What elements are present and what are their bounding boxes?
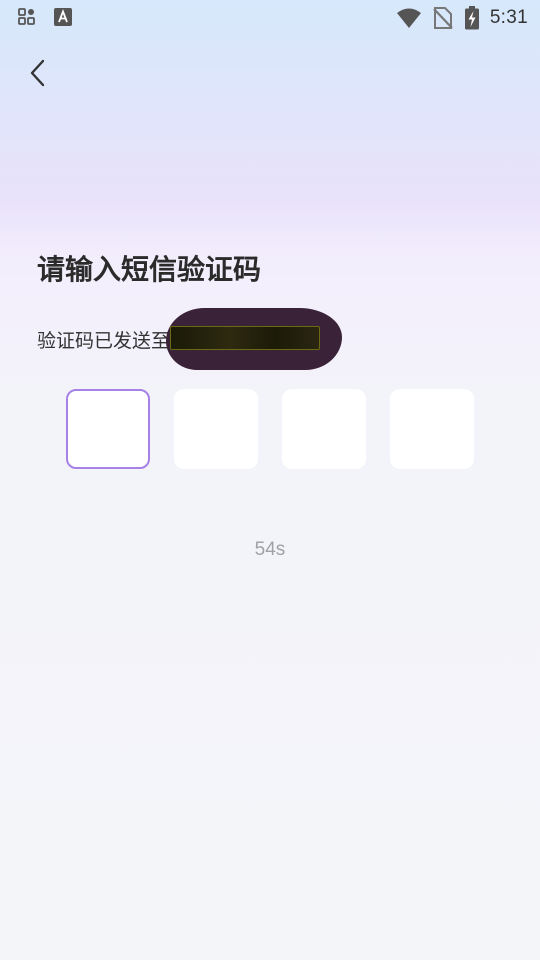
font-a-icon bbox=[54, 8, 72, 26]
code-digit-box-2[interactable] bbox=[174, 389, 258, 469]
code-digit-box-1[interactable] bbox=[66, 389, 150, 469]
status-bar-right: 5:31 bbox=[396, 6, 528, 30]
no-sim-icon bbox=[432, 6, 454, 30]
wifi-icon bbox=[396, 7, 422, 29]
resend-countdown: 54s bbox=[254, 539, 286, 560]
redaction-bar bbox=[170, 326, 321, 350]
phone-number-redaction bbox=[166, 308, 343, 370]
apps-grid-icon bbox=[18, 8, 36, 26]
sent-to-row: 验证码已发送至 bbox=[37, 308, 343, 370]
status-bar-left bbox=[18, 8, 72, 26]
sent-to-label: 验证码已发送至 bbox=[37, 329, 171, 352]
back-button[interactable] bbox=[20, 54, 56, 92]
code-digit-box-3[interactable] bbox=[282, 389, 366, 469]
page-title: 请输入短信验证码 bbox=[37, 253, 262, 286]
status-time: 5:31 bbox=[489, 7, 528, 28]
code-digit-box-4[interactable] bbox=[390, 389, 474, 469]
battery-charging-icon bbox=[464, 6, 480, 30]
chevron-left-icon bbox=[28, 58, 48, 88]
status-bar: 5:31 bbox=[0, 0, 540, 36]
